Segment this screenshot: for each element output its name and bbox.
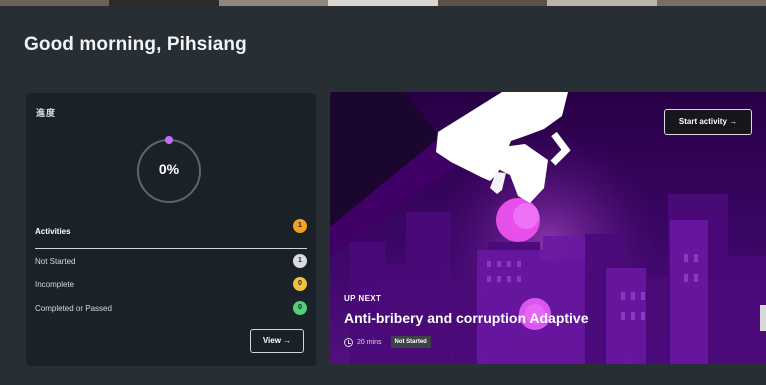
activities-label: Activities: [35, 227, 71, 236]
up-next-label: UP NEXT: [344, 294, 382, 303]
view-button[interactable]: View →: [250, 329, 304, 353]
clock-icon: [344, 337, 353, 347]
completed-or-passed-label: Completed or Passed: [35, 304, 112, 313]
incomplete-label: Incomplete: [35, 280, 75, 289]
not-started-count-badge: 1: [293, 254, 307, 268]
up-next-activity-card[interactable]: Start activity → UP NEXT Anti-bribery an…: [330, 92, 766, 364]
activity-status-badge: Not Started: [390, 336, 431, 348]
progress-card: 進度 0% Activities 1 Not Started 1 Incompl…: [26, 93, 316, 366]
top-photo-strip: [0, 0, 766, 6]
not-started-label: Not Started: [35, 257, 76, 266]
dashboard: Good morning, Pihsiang 進度 0% Activities …: [0, 0, 766, 385]
activities-header: Activities 1: [35, 219, 307, 249]
activity-meta: 20 mins Not Started: [344, 336, 431, 348]
completed-or-passed-row: Completed or Passed 0: [35, 301, 307, 317]
progress-percent: 0%: [158, 161, 180, 177]
next-card-edge: [760, 305, 766, 331]
completed-or-passed-count-badge: 0: [293, 301, 307, 315]
activity-duration: 20 mins: [357, 338, 382, 346]
incomplete-row: Incomplete 0: [35, 277, 307, 293]
total-activities-badge: 1: [293, 219, 307, 233]
not-started-row: Not Started 1: [35, 254, 307, 270]
incomplete-count-badge: 0: [293, 277, 307, 291]
page-greeting: Good morning, Pihsiang: [24, 34, 247, 55]
start-activity-button[interactable]: Start activity →: [664, 109, 752, 135]
activity-title[interactable]: Anti-bribery and corruption Adaptive: [344, 310, 589, 326]
progress-card-label: 進度: [36, 108, 57, 118]
